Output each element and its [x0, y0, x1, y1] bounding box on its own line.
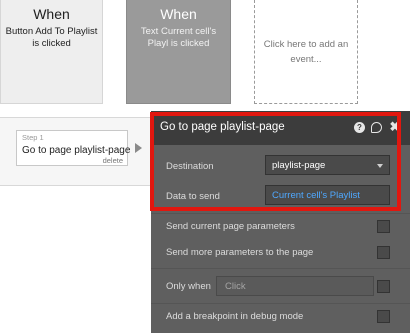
- event-description: Text Current cell's Playl is clicked: [127, 26, 230, 50]
- breakpoint-checkbox[interactable]: [377, 310, 390, 323]
- only-when-placeholder: Click: [225, 281, 246, 292]
- panel-title: Go to page playlist-page: [160, 121, 285, 133]
- workflow-steps-area: Step 1 Go to page playlist-page delete: [0, 117, 150, 186]
- event-when-label: When: [33, 6, 70, 22]
- add-event-text-line: Click here to add an: [263, 39, 349, 50]
- event-card-button-add-to-playlist[interactable]: When Button Add To Playlist is clicked: [0, 0, 103, 104]
- comment-icon[interactable]: [371, 122, 382, 133]
- send-current-params-label: Send current page parameters: [166, 221, 295, 232]
- divider: [151, 303, 410, 304]
- event-when-label: When: [160, 6, 197, 22]
- divider: [151, 213, 410, 214]
- only-when-label: Only when: [166, 281, 211, 292]
- breakpoint-label: Add a breakpoint in debug mode: [166, 311, 304, 322]
- send-more-params-checkbox[interactable]: [377, 246, 390, 259]
- send-current-params-checkbox[interactable]: [377, 220, 390, 233]
- destination-select[interactable]: playlist-page: [265, 155, 390, 175]
- workflow-step-card[interactable]: Step 1 Go to page playlist-page delete: [16, 130, 131, 166]
- send-more-params-label: Send more parameters to the page: [166, 247, 314, 258]
- event-card-text-current-cell[interactable]: When Text Current cell's Playl is clicke…: [126, 0, 231, 104]
- add-event-text-line: event...: [290, 54, 322, 65]
- panel-header: Go to page playlist-page ? ✖: [151, 111, 410, 145]
- data-to-send-label: Data to send: [166, 191, 220, 202]
- event-description: Button Add To Playlist is clicked: [1, 26, 102, 50]
- destination-label: Destination: [166, 161, 214, 172]
- data-to-send-field[interactable]: Current cell's Playlist: [265, 185, 390, 205]
- event-description-line: Button Add To Playlist: [5, 26, 98, 37]
- event-description-line: Text Current cell's: [140, 26, 217, 37]
- step-delete-link[interactable]: delete: [103, 156, 123, 165]
- help-icon[interactable]: ?: [354, 122, 365, 133]
- add-event-placeholder[interactable]: Click here to add an event...: [254, 0, 358, 104]
- step-number: Step 1: [22, 133, 44, 142]
- close-icon[interactable]: ✖: [389, 120, 401, 134]
- action-properties-panel: Go to page playlist-page ? ✖ Destination…: [151, 111, 410, 333]
- step-title: Go to page playlist-page: [22, 145, 131, 156]
- only-when-checkbox[interactable]: [377, 280, 390, 293]
- event-description-line: is clicked: [32, 38, 71, 49]
- divider: [151, 268, 410, 269]
- add-event-text: Click here to add an event...: [255, 37, 357, 67]
- arrow-right-icon: [135, 143, 142, 153]
- only-when-input[interactable]: Click: [216, 276, 374, 296]
- event-description-line: Playl is clicked: [147, 38, 210, 49]
- destination-value: playlist-page: [272, 160, 326, 171]
- data-to-send-value[interactable]: Current cell's Playlist: [272, 190, 360, 201]
- chevron-down-icon: [377, 164, 383, 168]
